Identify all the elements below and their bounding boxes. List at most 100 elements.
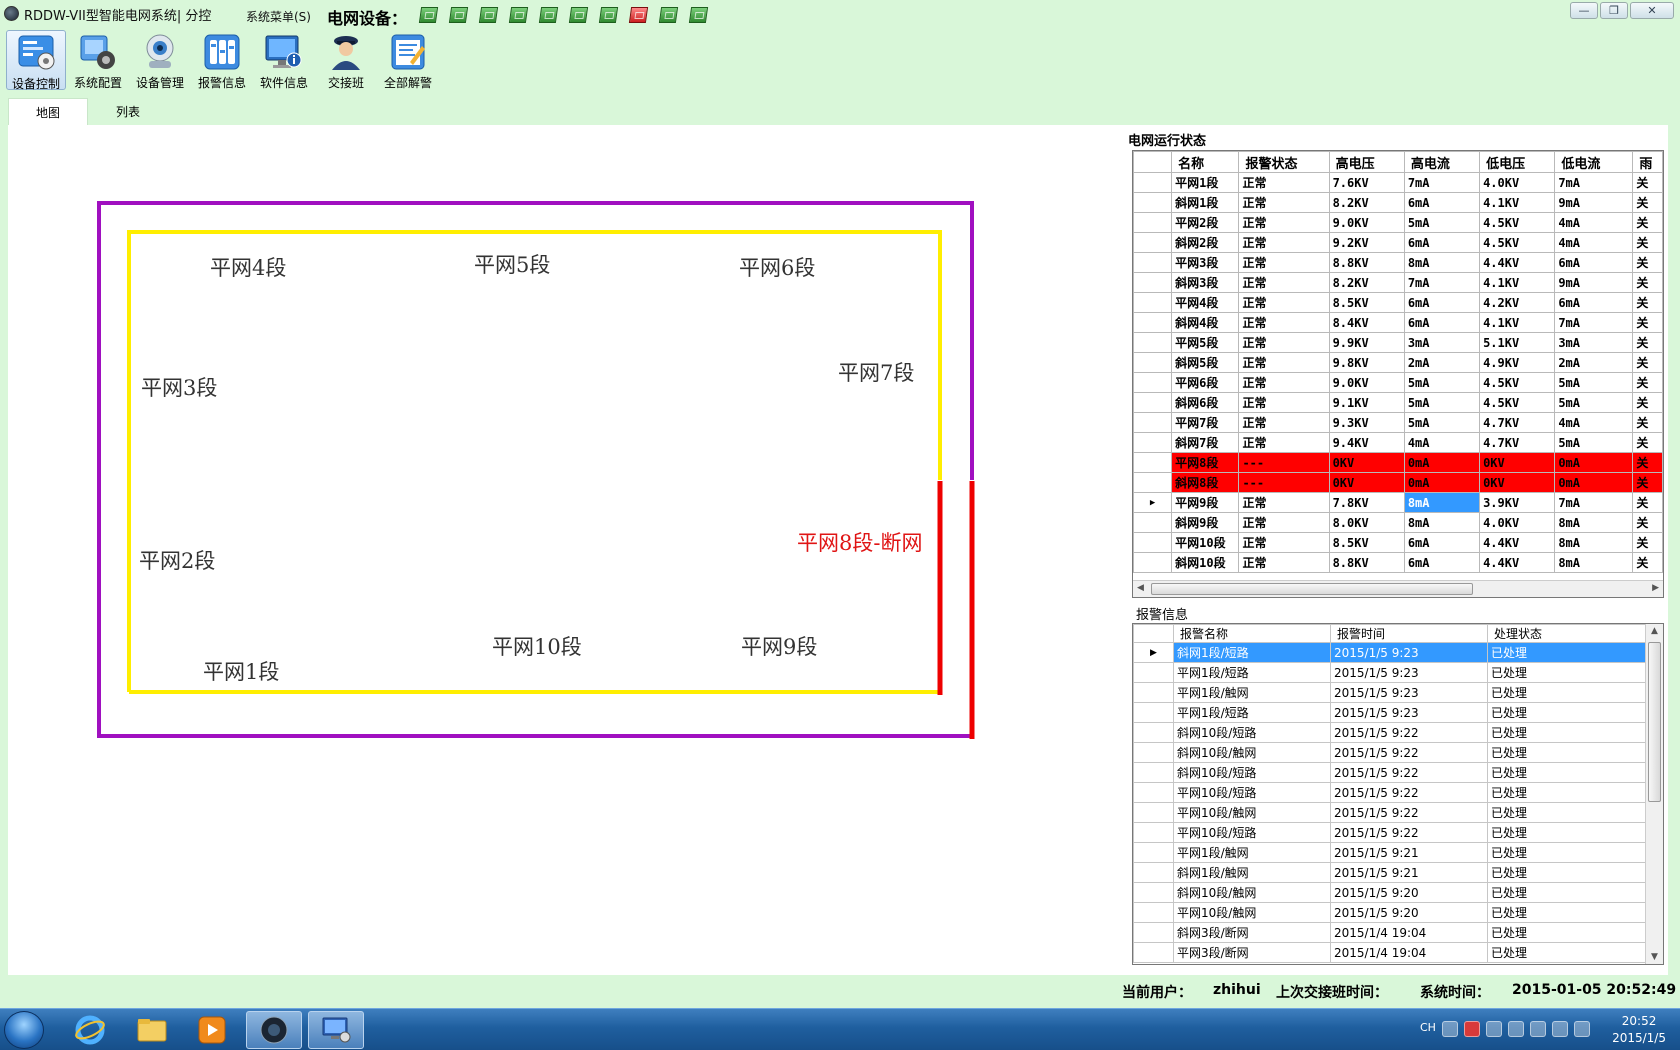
alarm-info-vertical-scrollbar[interactable]: ▲ ▼	[1645, 624, 1663, 964]
table-cell[interactable]: 2015/1/5 9:23	[1330, 642, 1488, 663]
table-row[interactable]: ▶ 斜网1段/短路 2015/1/5 9:23 已处理	[1133, 642, 1646, 663]
scroll-left-icon[interactable]: ◀	[1137, 583, 1144, 593]
table-cell[interactable]: 7.6KV	[1328, 172, 1405, 193]
table-cell[interactable]: 平网5段	[1171, 332, 1240, 353]
table-cell[interactable]: 平网7段	[1171, 412, 1240, 433]
table-row[interactable]: 平网10段 正常 8.5KV 6mA 4.4KV 8mA 关	[1133, 532, 1663, 553]
row-header[interactable]	[1133, 722, 1174, 743]
table-cell[interactable]: 平网2段	[1171, 212, 1240, 233]
scroll-right-icon[interactable]: ▶	[1652, 583, 1659, 593]
table-row[interactable]: 斜网5段 正常 9.8KV 2mA 4.9KV 2mA 关	[1133, 352, 1663, 373]
table-cell[interactable]: 正常	[1238, 432, 1330, 453]
table-cell[interactable]: 5mA	[1403, 372, 1481, 393]
table-cell[interactable]: 8.8KV	[1328, 252, 1405, 273]
table-cell[interactable]: 2015/1/5 9:22	[1330, 722, 1488, 743]
table-cell[interactable]: 平网3段	[1171, 252, 1240, 273]
row-header[interactable]	[1133, 902, 1174, 923]
row-header[interactable]	[1133, 662, 1174, 683]
table-cell[interactable]: 9mA	[1554, 272, 1634, 293]
table-cell[interactable]: 正常	[1238, 392, 1330, 413]
table-row[interactable]: 斜网9段 正常 8.0KV 8mA 4.0KV 8mA 关	[1133, 512, 1663, 533]
table-cell[interactable]: 斜网4段	[1171, 312, 1240, 333]
network-icon[interactable]	[1529, 1021, 1546, 1037]
table-cell[interactable]: 4.0KV	[1479, 172, 1556, 193]
table-cell[interactable]: 0mA	[1554, 472, 1634, 493]
taskbar-clock[interactable]: 20:52 2015/1/5	[1612, 1013, 1666, 1047]
table-cell[interactable]: 4.1KV	[1479, 312, 1556, 333]
toolbar-shift-handover[interactable]: 交接班	[316, 30, 376, 90]
table-cell[interactable]: 斜网1段/短路	[1173, 642, 1331, 663]
table-row[interactable]: 平网1段/触网 2015/1/5 9:23 已处理	[1133, 682, 1646, 703]
table-row[interactable]: 平网10段/触网 2015/1/5 9:20 已处理	[1133, 902, 1646, 923]
toolbar-software-info[interactable]: 软件信息	[254, 30, 314, 90]
toolbar-device-manage[interactable]: 设备管理	[130, 30, 190, 90]
toolbar-system-config[interactable]: 系统配置	[68, 30, 128, 90]
row-header[interactable]	[1133, 922, 1174, 943]
column-header[interactable]: 低电流	[1554, 151, 1634, 173]
row-header[interactable]	[1133, 272, 1173, 293]
row-header[interactable]	[1133, 352, 1173, 373]
table-cell[interactable]: 8.5KV	[1328, 532, 1405, 553]
row-header[interactable]	[1133, 432, 1173, 453]
table-cell[interactable]: 正常	[1238, 292, 1330, 313]
app-icon[interactable]	[4, 6, 19, 21]
table-cell[interactable]: 已处理	[1487, 702, 1646, 723]
table-cell[interactable]: 8mA	[1554, 552, 1634, 573]
table-cell[interactable]: 2015/1/5 9:22	[1330, 742, 1488, 763]
file-explorer-icon[interactable]	[124, 1011, 180, 1049]
table-cell[interactable]: 0KV	[1328, 472, 1405, 493]
table-cell[interactable]: 8.8KV	[1328, 552, 1405, 573]
table-row[interactable]: 平网1段/短路 2015/1/5 9:23 已处理	[1133, 662, 1646, 683]
table-cell[interactable]: 平网10段	[1171, 532, 1240, 553]
table-cell[interactable]: 正常	[1238, 552, 1330, 573]
map-label-seg1[interactable]: 平网1段	[203, 660, 279, 684]
table-cell[interactable]: 正常	[1238, 332, 1330, 353]
table-cell[interactable]: 斜网1段	[1171, 192, 1240, 213]
table-cell[interactable]: 8.0KV	[1328, 512, 1405, 533]
tab-list[interactable]: 列表	[88, 98, 168, 125]
table-cell[interactable]: 7mA	[1403, 172, 1481, 193]
table-cell[interactable]: 斜网10段/触网	[1173, 742, 1331, 763]
row-header[interactable]	[1133, 532, 1173, 553]
table-cell[interactable]: 9.1KV	[1328, 392, 1405, 413]
table-cell[interactable]: 平网1段/触网	[1173, 682, 1331, 703]
table-cell[interactable]: 斜网3段/断网	[1173, 922, 1331, 943]
table-cell[interactable]: 已处理	[1487, 682, 1646, 703]
table-cell[interactable]: 2015/1/5 9:20	[1330, 902, 1488, 923]
map-label-seg5[interactable]: 平网5段	[474, 253, 550, 277]
row-header[interactable]: ▶	[1133, 492, 1173, 513]
table-cell[interactable]: 9.0KV	[1328, 212, 1405, 233]
table-cell[interactable]: 正常	[1238, 252, 1330, 273]
table-cell[interactable]: 平网10段/触网	[1173, 902, 1331, 923]
table-cell[interactable]: 7mA	[1554, 312, 1634, 333]
table-row[interactable]: ▶ 平网9段 正常 7.8KV 8mA 3.9KV 7mA 关	[1133, 492, 1663, 513]
table-cell[interactable]: 平网1段/短路	[1173, 662, 1331, 683]
tab-map[interactable]: 地图	[8, 98, 88, 125]
table-cell[interactable]: 2015/1/5 9:21	[1330, 862, 1488, 883]
app-tray-icon[interactable]	[1485, 1021, 1502, 1037]
table-cell[interactable]: 关	[1632, 532, 1663, 553]
keyboard-icon[interactable]	[1441, 1021, 1458, 1037]
minimize-button[interactable]: —	[1570, 2, 1598, 19]
table-row[interactable]: 平网4段 正常 8.5KV 6mA 4.2KV 6mA 关	[1133, 292, 1663, 313]
table-cell[interactable]: 已处理	[1487, 742, 1646, 763]
table-cell[interactable]: 8mA	[1554, 512, 1634, 533]
table-cell[interactable]: 5mA	[1403, 412, 1481, 433]
row-header[interactable]	[1133, 232, 1173, 253]
table-row[interactable]: 平网10段/触网 2015/1/5 9:22 已处理	[1133, 802, 1646, 823]
table-cell[interactable]: 0mA	[1403, 472, 1481, 493]
table-cell[interactable]: 5mA	[1403, 392, 1481, 413]
table-row[interactable]: 斜网10段/触网 2015/1/5 9:20 已处理	[1133, 882, 1646, 903]
close-button[interactable]: ✕	[1630, 2, 1674, 19]
row-header[interactable]	[1133, 822, 1174, 843]
column-header[interactable]: 报警时间	[1330, 624, 1488, 643]
flag-icon[interactable]	[1551, 1021, 1568, 1037]
table-cell[interactable]: 8mA	[1403, 512, 1481, 533]
table-cell[interactable]: 斜网10段/短路	[1173, 722, 1331, 743]
volume-icon[interactable]	[1573, 1021, 1590, 1037]
table-cell[interactable]: 7mA	[1554, 492, 1634, 513]
table-row[interactable]: 斜网10段/短路 2015/1/5 9:22 已处理	[1133, 722, 1646, 743]
table-cell[interactable]: 关	[1632, 232, 1663, 253]
table-cell[interactable]: 4.7KV	[1479, 432, 1556, 453]
table-cell[interactable]: 5mA	[1554, 432, 1634, 453]
